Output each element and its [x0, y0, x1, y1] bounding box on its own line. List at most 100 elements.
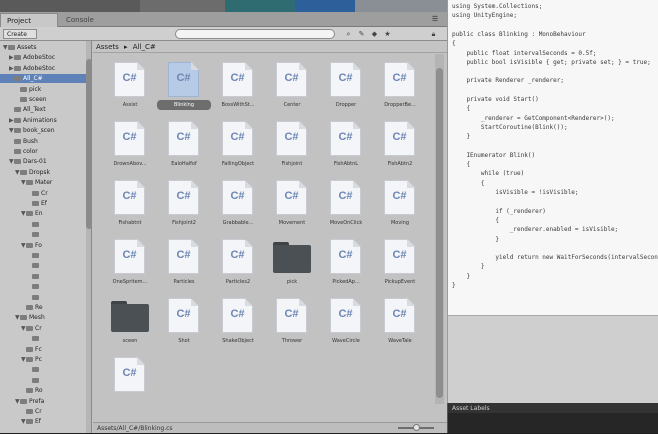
- asset-script[interactable]: C# PickupEvent: [373, 239, 427, 291]
- tree-item[interactable]: [0, 282, 86, 291]
- asset-script[interactable]: C# Assist: [103, 62, 157, 114]
- asset-script[interactable]: C# Grabbable...: [211, 180, 265, 232]
- tree-item[interactable]: sceen: [0, 95, 86, 104]
- tree-item[interactable]: Bush: [0, 137, 86, 146]
- tab-menu-icon[interactable]: ☰: [427, 14, 443, 24]
- breadcrumb: Assets ▸ All_C#: [93, 41, 447, 53]
- tree-item[interactable]: [0, 230, 86, 239]
- tree-scrollbar[interactable]: [86, 41, 91, 433]
- tree-item[interactable]: ▼ Prefa: [0, 397, 86, 406]
- tree-item[interactable]: pick: [0, 85, 86, 94]
- filter-type-icon[interactable]: ✎: [356, 29, 367, 39]
- asset-script[interactable]: C# Blinking: [157, 62, 211, 114]
- search-icon[interactable]: ⌕: [343, 29, 354, 39]
- tree-scroll-thumb[interactable]: [86, 59, 91, 229]
- create-button[interactable]: Create: [3, 29, 37, 39]
- tree-item[interactable]: [0, 293, 86, 302]
- asset-script[interactable]: C# Fishjoint: [265, 121, 319, 173]
- tree-item[interactable]: All_Text: [0, 105, 86, 114]
- scene-view-tab-area[interactable]: [0, 0, 140, 12]
- tree-item[interactable]: Ro: [0, 386, 86, 395]
- tree-item[interactable]: ▼ Ef: [0, 417, 86, 426]
- folder-icon: [111, 298, 149, 333]
- asset-script[interactable]: C# Particles: [157, 239, 211, 291]
- tree-item[interactable]: ▼ Pc: [0, 355, 86, 364]
- asset-script[interactable]: C# PickedAp...: [319, 239, 373, 291]
- tree-item[interactable]: ▼ Mesh: [0, 313, 86, 322]
- tree-item[interactable]: Re: [0, 303, 86, 312]
- asset-folder[interactable]: sceen: [103, 298, 157, 350]
- tree-item[interactable]: ▼ Dropsk: [0, 168, 86, 177]
- search-input[interactable]: [175, 29, 335, 39]
- tree-item[interactable]: Fc: [0, 345, 86, 354]
- asset-script[interactable]: C# Shot: [157, 298, 211, 350]
- tree-item[interactable]: Cr: [0, 189, 86, 198]
- tree-item[interactable]: [0, 334, 86, 343]
- asset-folder[interactable]: pick: [265, 239, 319, 291]
- asset-script[interactable]: C# FishAbtnL: [319, 121, 373, 173]
- breadcrumb-all-cs[interactable]: All_C#: [133, 43, 156, 51]
- asset-grid-scrollbar[interactable]: [435, 54, 444, 404]
- folder-icon: [26, 180, 33, 186]
- asset-script[interactable]: C# MoveOnClick: [319, 180, 373, 232]
- asset-script[interactable]: C# ShakeObject: [211, 298, 265, 350]
- tree-item[interactable]: ▶ AdobeStoc: [0, 64, 86, 73]
- star-icon[interactable]: ★: [382, 29, 393, 39]
- tree-item[interactable]: ▼ Cr: [0, 324, 86, 333]
- tree-item[interactable]: color: [0, 147, 86, 156]
- asset-script[interactable]: C# FishAbtn2: [373, 121, 427, 173]
- asset-script[interactable]: C# Movement: [265, 180, 319, 232]
- filter-label-icon[interactable]: ◆: [369, 29, 380, 39]
- tree-item[interactable]: [0, 251, 86, 260]
- csharp-script-icon: C#: [168, 121, 199, 156]
- asset-script[interactable]: C# Fishjoint2: [157, 180, 211, 232]
- scene-view-strip: [0, 0, 447, 12]
- tree-item[interactable]: ▼ Dars-01: [0, 157, 86, 166]
- breadcrumb-assets[interactable]: Assets: [96, 43, 119, 51]
- asset-script[interactable]: C# DropperBe...: [373, 62, 427, 114]
- asset-script[interactable]: C# Thrower: [265, 298, 319, 350]
- tree-item[interactable]: ▼ En: [0, 209, 86, 218]
- asset-script[interactable]: C# OneSpritem...: [103, 239, 157, 291]
- tree-item[interactable]: [0, 220, 86, 229]
- tree-item-label: book_scen: [23, 127, 55, 135]
- lock-icon[interactable]: 🔒︎: [428, 29, 439, 39]
- asset-script[interactable]: C# WaveCircle: [319, 298, 373, 350]
- asset-script[interactable]: C# DrownAbov...: [103, 121, 157, 173]
- tab-project[interactable]: Project: [0, 13, 58, 27]
- tree-item[interactable]: [0, 261, 86, 270]
- tree-item[interactable]: ▼ book_scen: [0, 126, 86, 135]
- tab-console[interactable]: Console: [60, 13, 114, 27]
- code-line: }: [452, 263, 485, 271]
- tree-item[interactable]: [0, 365, 86, 374]
- asset-grid-scroll-thumb[interactable]: [436, 68, 443, 398]
- tree-item[interactable]: Ef: [0, 199, 86, 208]
- folder-icon: [32, 284, 39, 290]
- asset-script[interactable]: C# EaloHalfof: [157, 121, 211, 173]
- zoom-slider-handle[interactable]: [413, 424, 420, 431]
- folder-icon: [14, 65, 21, 71]
- tree-item[interactable]: All_C#: [0, 74, 86, 84]
- asset-script[interactable]: C# Moving: [373, 180, 427, 232]
- csharp-script-icon: C#: [114, 239, 145, 274]
- tree-item-label: All_C#: [23, 75, 43, 83]
- tree-item[interactable]: [0, 272, 86, 281]
- asset-script[interactable]: C# Fishabtnt: [103, 180, 157, 232]
- asset-script[interactable]: C# WaveTale: [373, 298, 427, 350]
- folder-icon: [14, 55, 21, 61]
- tree-item[interactable]: ▼ Fo: [0, 241, 86, 250]
- asset-script[interactable]: C# FallingObject: [211, 121, 265, 173]
- tree-item[interactable]: [0, 376, 86, 385]
- asset-script[interactable]: C# Dropper: [319, 62, 373, 114]
- tree-item[interactable]: ▶ Animations: [0, 116, 86, 125]
- tree-item[interactable]: ▶ AdobeStoc: [0, 53, 86, 62]
- tree-item[interactable]: Cr: [0, 407, 86, 416]
- tree-item-label: AdobeStoc: [23, 64, 56, 72]
- asset-script[interactable]: C#: [103, 357, 157, 404]
- asset-script[interactable]: C# BossWithSt...: [211, 62, 265, 114]
- asset-script[interactable]: C# Center: [265, 62, 319, 114]
- code-editor[interactable]: using System.Collections; using UnityEngi…: [447, 0, 658, 315]
- tree-item[interactable]: ▼ Assets: [0, 43, 86, 52]
- tree-item[interactable]: ▼ Mater: [0, 178, 86, 187]
- asset-script[interactable]: C# Particles2: [211, 239, 265, 291]
